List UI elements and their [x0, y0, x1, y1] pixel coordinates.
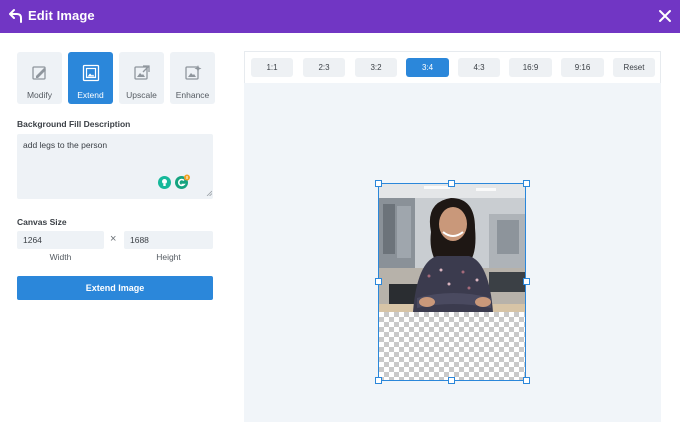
mode-label: Upscale: [126, 90, 157, 100]
enhance-icon: [184, 65, 201, 80]
extend-icon: [82, 64, 99, 82]
ratio-2-3-button[interactable]: 2:3: [303, 58, 345, 77]
resize-handle-left[interactable]: [375, 278, 382, 285]
ratio-4-3-button[interactable]: 4:3: [458, 58, 500, 77]
canvas-width-input[interactable]: [17, 231, 104, 249]
resize-grip-icon[interactable]: [206, 190, 212, 196]
mode-tabs: Modify Extend Upscale Enhance: [17, 52, 215, 104]
mode-upscale-button[interactable]: Upscale: [119, 52, 164, 104]
mode-label: Modify: [26, 90, 53, 100]
aspect-ratio-toolbar: 1:1 2:3 3:2 3:4 4:3 16:9 9:16 Reset: [244, 51, 661, 83]
resize-handle-bottom-right[interactable]: [523, 377, 530, 384]
resize-handle-bottom[interactable]: [448, 377, 455, 384]
canvas-height-input[interactable]: [124, 231, 213, 249]
lightbulb-icon[interactable]: [158, 175, 171, 189]
height-caption: Height: [156, 252, 181, 262]
ratio-16-9-button[interactable]: 16:9: [509, 58, 552, 77]
multiply-sign: ×: [110, 233, 117, 245]
dialog-title: Edit Image: [28, 8, 95, 23]
portrait-photo: [379, 184, 525, 312]
resize-handle-top-right[interactable]: [523, 180, 530, 187]
modify-icon: [31, 66, 46, 80]
fill-description-label: Background Fill Description: [17, 119, 131, 129]
mode-enhance-button[interactable]: Enhance: [170, 52, 215, 104]
ratio-1-1-button[interactable]: 1:1: [251, 58, 293, 77]
ratio-3-2-button[interactable]: 3:2: [355, 58, 397, 77]
extend-image-button[interactable]: Extend Image: [17, 276, 213, 300]
grammarly-icon[interactable]: [174, 174, 190, 190]
mode-label: Enhance: [175, 90, 210, 100]
mode-extend-button[interactable]: Extend: [68, 52, 113, 104]
ratio-3-4-button[interactable]: 3:4: [406, 58, 449, 77]
canvas-size-label: Canvas Size: [17, 217, 67, 227]
settings-panel: Modify Extend Upscale Enhance Background…: [0, 33, 232, 422]
back-arrow-icon[interactable]: [9, 8, 23, 24]
ratio-9-16-button[interactable]: 9:16: [561, 58, 604, 77]
mode-modify-button[interactable]: Modify: [17, 52, 62, 104]
transparent-extension-area: [379, 312, 525, 380]
close-icon[interactable]: [658, 9, 672, 23]
mode-label: Extend: [77, 90, 104, 100]
dialog-header: Edit Image: [0, 0, 680, 33]
image-canvas[interactable]: [378, 183, 526, 381]
width-caption: Width: [49, 252, 72, 262]
reset-button[interactable]: Reset: [613, 58, 655, 77]
resize-handle-top[interactable]: [448, 180, 455, 187]
resize-handle-bottom-left[interactable]: [375, 377, 382, 384]
resize-handle-right[interactable]: [523, 278, 530, 285]
resize-handle-top-left[interactable]: [375, 180, 382, 187]
textarea-tools: [158, 174, 190, 190]
upscale-icon: [133, 65, 150, 80]
